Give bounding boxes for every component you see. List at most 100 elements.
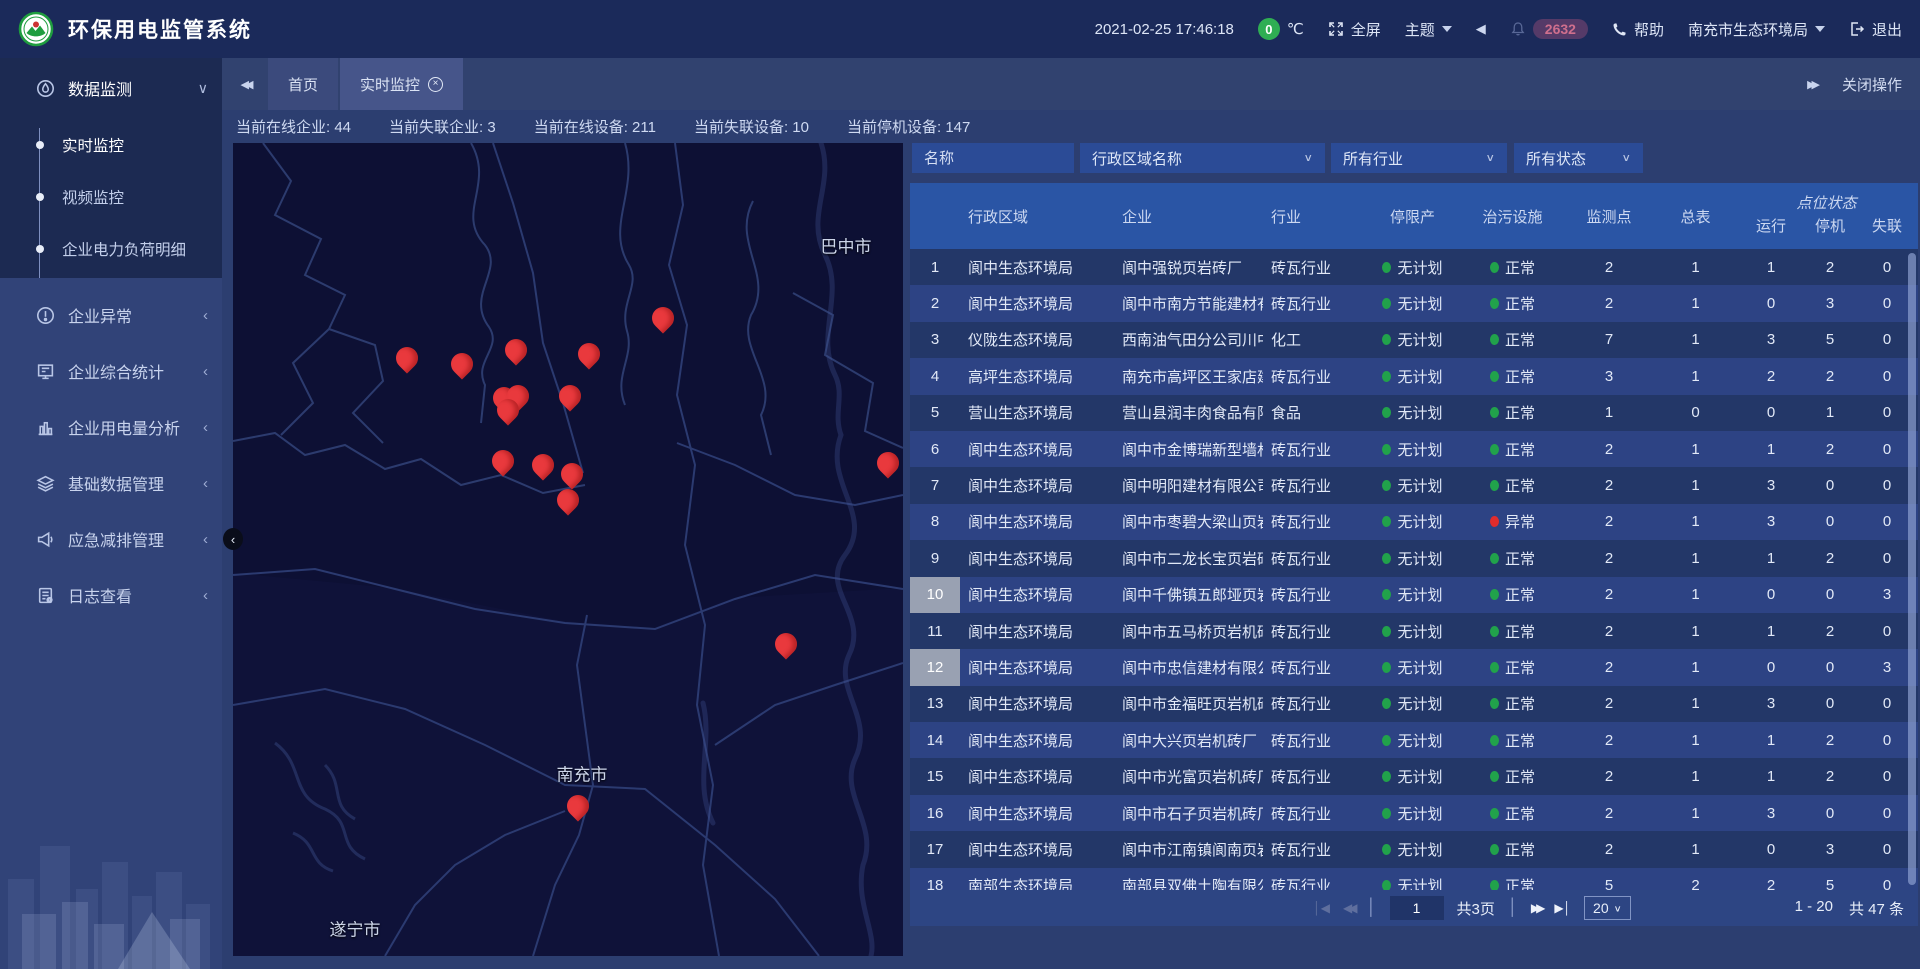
tabs-scroll-right-button[interactable]: ▶▶ <box>1807 78 1820 91</box>
name-search-input[interactable] <box>912 143 1074 173</box>
sidebar-subitem-实时监控[interactable]: 实时监控 <box>0 128 222 162</box>
sidebar-item-日志查看[interactable]: 日志查看‹ <box>0 567 222 623</box>
cell-running: 1 <box>1738 431 1804 467</box>
cell-points: 2 <box>1565 758 1653 794</box>
sidebar-collapse-handle[interactable]: ‹ <box>223 528 243 550</box>
region-select[interactable]: 行政区域名称∨ <box>1080 143 1325 173</box>
table-row[interactable]: 7阆中生态环境局阆中明阳建材有限公司砖瓦行业无计划正常21300 <box>910 467 1918 503</box>
main-content: ‹ <box>222 143 1920 969</box>
table-row[interactable]: 13阆中生态环境局阆中市金福旺页岩机砖砖瓦行业无计划正常21300 <box>910 686 1918 722</box>
cell-facility-status: 正常 <box>1460 467 1565 503</box>
bullet-dot-icon <box>36 193 44 201</box>
cell-company: 南充市高坪区王家店建 <box>1114 358 1263 394</box>
sidebar-item-企业综合统计[interactable]: 企业综合统计‹ <box>0 343 222 399</box>
cell-stopped: 0 <box>1804 649 1856 685</box>
table-row[interactable]: 6阆中生态环境局阆中市金博瑞新型墙材砖瓦行业无计划正常21120 <box>910 431 1918 467</box>
cell-limit-status: 无计划 <box>1365 322 1460 358</box>
status-dot-green <box>1490 298 1499 309</box>
stats-bar: 当前在线企业: 44当前失联企业: 3当前在线设备: 211当前失联设备: 10… <box>222 110 1920 143</box>
table-row[interactable]: 2阆中生态环境局阆中市南方节能建材有砖瓦行业无计划正常21030 <box>910 285 1918 321</box>
tabs-scroll-left-button[interactable]: ◀◀ <box>222 58 268 110</box>
phone-icon <box>1612 22 1627 37</box>
fullscreen-button[interactable]: 全屏 <box>1328 19 1381 40</box>
close-operations-button[interactable]: 关闭操作 <box>1842 74 1902 95</box>
table-row[interactable]: 16阆中生态环境局阆中市石子页岩机砖厂砖瓦行业无计划正常21300 <box>910 795 1918 831</box>
table-row[interactable]: 14阆中生态环境局阆中大兴页岩机砖厂砖瓦行业无计划正常21120 <box>910 722 1918 758</box>
cell-facility-status: 正常 <box>1460 431 1565 467</box>
sidebar-subitem-企业电力负荷明细[interactable]: 企业电力负荷明细 <box>0 232 222 266</box>
cell-company: 阆中市枣碧大梁山页岩 <box>1114 504 1263 540</box>
sidebar-item-label: 企业综合统计 <box>68 359 164 383</box>
sidebar-item-应急减排管理[interactable]: 应急减排管理‹ <box>0 511 222 567</box>
sidebar-item-data-monitoring[interactable]: 数据监测 ∨ <box>0 58 222 118</box>
cell-points: 2 <box>1565 249 1653 285</box>
table-row[interactable]: 4高坪生态环境局南充市高坪区王家店建砖瓦行业无计划正常31220 <box>910 358 1918 394</box>
org-dropdown[interactable]: 南充市生态环境局 <box>1688 19 1825 40</box>
table-row[interactable]: 18南部生态环境局南部县双佛土陶有限公砖瓦行业无计划正常52250 <box>910 868 1918 890</box>
sidebar-item-企业用电量分析[interactable]: 企业用电量分析‹ <box>0 399 222 455</box>
page-number-input[interactable] <box>1390 896 1444 920</box>
first-page-button[interactable]: │◀ <box>1313 901 1330 915</box>
sidebar-subitem-视频监控[interactable]: 视频监控 <box>0 180 222 214</box>
column-header: 监测点 <box>1565 183 1653 249</box>
row-number: 1 <box>910 249 960 285</box>
table-row[interactable]: 10阆中生态环境局阆中千佛镇五郎垭页岩砖瓦行业无计划正常21003 <box>910 577 1918 613</box>
last-page-button[interactable]: ▶│ <box>1554 901 1571 915</box>
table-row[interactable]: 3仪陇生态环境局西南油气田分公司川中化工无计划正常71350 <box>910 322 1918 358</box>
table-row[interactable]: 17阆中生态环境局阆中市江南镇阆南页岩砖瓦行业无计划正常21030 <box>910 831 1918 867</box>
app-logo-icon <box>18 11 54 47</box>
log-icon <box>36 586 55 605</box>
close-icon[interactable]: × <box>428 77 443 92</box>
table-row[interactable]: 12阆中生态环境局阆中市忠信建材有限公砖瓦行业无计划正常21003 <box>910 649 1918 685</box>
table-row[interactable]: 9阆中生态环境局阆中市二龙长宝页岩砖砖瓦行业无计划正常21120 <box>910 540 1918 576</box>
tab-实时监控[interactable]: 实时监控× <box>340 58 463 110</box>
theme-dropdown[interactable]: 主题 <box>1405 19 1452 40</box>
stat-当前停机设备: 当前停机设备: 147 <box>847 116 970 137</box>
column-header: 停限产 <box>1365 183 1460 249</box>
cell-points: 2 <box>1565 686 1653 722</box>
table-row[interactable]: 11阆中生态环境局阆中市五马桥页岩机砖砖瓦行业无计划正常21120 <box>910 613 1918 649</box>
status-dot-green <box>1382 589 1391 600</box>
cell-industry: 砖瓦行业 <box>1263 795 1365 831</box>
row-number: 6 <box>910 431 960 467</box>
status-dot-green <box>1382 844 1391 855</box>
cell-points: 2 <box>1565 577 1653 613</box>
table-row[interactable]: 5营山生态环境局营山县润丰肉食品有限食品无计划正常10010 <box>910 395 1918 431</box>
tab-首页[interactable]: 首页 <box>268 58 338 110</box>
sidebar-item-企业异常[interactable]: 企业异常‹ <box>0 287 222 343</box>
temperature-badge: 0 <box>1258 18 1280 40</box>
notifications-button[interactable]: 2632 <box>1510 19 1588 39</box>
table-row[interactable]: 8阆中生态环境局阆中市枣碧大梁山页岩砖瓦行业无计划异常21300 <box>910 504 1918 540</box>
cell-points: 2 <box>1565 504 1653 540</box>
table-header: 行政区域 企业 行业 停限产 治污设施 监测点 总表 点位状态 运行 停机 失联 <box>910 183 1918 249</box>
cell-limit-status: 无计划 <box>1365 249 1460 285</box>
cell-industry: 砖瓦行业 <box>1263 358 1365 394</box>
chevron-down-icon <box>1442 26 1452 32</box>
logout-button[interactable]: 退出 <box>1849 19 1902 40</box>
status-select[interactable]: 所有状态∨ <box>1514 143 1643 173</box>
table-row[interactable]: 1阆中生态环境局阆中强锐页岩砖厂砖瓦行业无计划正常21120 <box>910 249 1918 285</box>
next-page-button[interactable]: ▶▶ <box>1531 901 1541 915</box>
tabs: 首页实时监控× <box>268 58 465 110</box>
table-body: 1阆中生态环境局阆中强锐页岩砖厂砖瓦行业无计划正常211202阆中生态环境局阆中… <box>910 249 1918 890</box>
map-panel[interactable]: 巴中市南充市遂宁市 <box>233 143 903 956</box>
column-header: 治污设施 <box>1460 183 1565 249</box>
mute-button[interactable]: ◀ <box>1476 21 1486 37</box>
page-size-select[interactable]: 20∨ <box>1584 896 1631 920</box>
table-row[interactable]: 15阆中生态环境局阆中市光富页岩机砖厂砖瓦行业无计划正常21120 <box>910 758 1918 794</box>
cell-industry: 砖瓦行业 <box>1263 686 1365 722</box>
status-dot-green <box>1382 553 1391 564</box>
row-number: 3 <box>910 322 960 358</box>
row-number: 8 <box>910 504 960 540</box>
cell-meters: 1 <box>1653 504 1738 540</box>
table-scrollbar[interactable] <box>1908 253 1916 885</box>
cell-limit-status: 无计划 <box>1365 467 1460 503</box>
cell-meters: 1 <box>1653 431 1738 467</box>
sidebar-item-基础数据管理[interactable]: 基础数据管理‹ <box>0 455 222 511</box>
row-number: 17 <box>910 831 960 867</box>
help-button[interactable]: 帮助 <box>1612 19 1664 40</box>
industry-select[interactable]: 所有行业∨ <box>1331 143 1507 173</box>
prev-page-button[interactable]: ◀◀ <box>1343 901 1353 915</box>
cell-points: 2 <box>1565 831 1653 867</box>
stat-当前在线企业: 当前在线企业: 44 <box>236 116 351 137</box>
